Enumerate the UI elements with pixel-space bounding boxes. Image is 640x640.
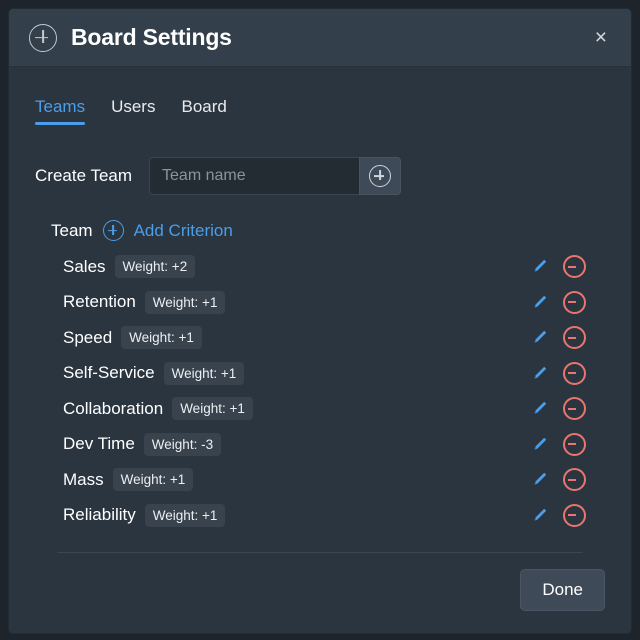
criterion-row: Self-Service Weight: +1 — [29, 356, 611, 392]
dialog-footer: Done — [520, 569, 605, 611]
criterion-name: Mass — [63, 469, 104, 489]
edit-criterion-button[interactable] — [526, 396, 552, 422]
edit-criterion-button[interactable] — [526, 254, 552, 280]
criterion-weight-badge: Weight: +1 — [163, 361, 245, 385]
dialog-body: Teams Users Board Create Team Team Add C… — [9, 67, 631, 633]
criterion-name: Retention — [63, 292, 136, 312]
criterion-weight-badge: Weight: +1 — [112, 468, 194, 492]
criterion-row: Retention Weight: +1 — [29, 285, 611, 321]
edit-criterion-button[interactable] — [526, 325, 552, 351]
minus-circle-icon — [562, 397, 586, 421]
edit-criterion-button[interactable] — [526, 289, 552, 315]
minus-circle-icon — [562, 468, 586, 492]
edit-criterion-button[interactable] — [526, 502, 552, 528]
minus-circle-icon — [562, 326, 586, 350]
criterion-name: Speed — [63, 327, 113, 347]
criterion-weight-badge: Weight: +1 — [172, 397, 253, 421]
page-title: Board Settings — [71, 24, 232, 50]
tab-bar: Teams Users Board — [29, 67, 611, 125]
criterion-weight-badge: Weight: +1 — [144, 290, 226, 314]
delete-criterion-button[interactable] — [561, 502, 587, 528]
minus-circle-icon — [562, 255, 586, 279]
circle-plus-icon — [369, 165, 392, 187]
footer-divider — [57, 552, 583, 553]
criterion-name: Self-Service — [63, 363, 155, 383]
delete-criterion-button[interactable] — [561, 396, 587, 422]
create-team-label: Create Team — [35, 166, 133, 185]
tab-board[interactable]: Board — [181, 97, 226, 125]
minus-circle-icon — [562, 432, 586, 456]
criterion-row: Collaboration Weight: +1 — [29, 391, 611, 427]
minus-circle-icon — [562, 503, 586, 527]
close-icon[interactable]: × — [589, 23, 613, 52]
criterion-row: Reliability Weight: +1 — [29, 498, 611, 534]
criterion-name: Reliability — [63, 505, 136, 525]
criterion-weight-badge: Weight: +2 — [114, 255, 196, 279]
criterion-row: Speed Weight: +1 — [29, 320, 611, 356]
criterion-name: Sales — [63, 256, 106, 276]
edit-criterion-button[interactable] — [526, 360, 552, 386]
criterion-row: Mass Weight: +1 — [29, 462, 611, 498]
add-team-button[interactable] — [359, 157, 402, 195]
criterion-name: Dev Time — [63, 434, 135, 454]
done-button[interactable]: Done — [520, 569, 605, 611]
delete-criterion-button[interactable] — [561, 431, 587, 457]
delete-criterion-button[interactable] — [561, 360, 587, 386]
team-label: Team — [51, 220, 93, 240]
edit-criterion-button[interactable] — [526, 467, 552, 493]
criterion-weight-badge: Weight: +1 — [121, 326, 202, 350]
delete-criterion-button[interactable] — [561, 325, 587, 351]
team-section-header: Team Add Criterion — [29, 220, 611, 241]
criterion-name: Collaboration — [63, 398, 164, 418]
dialog-header: Board Settings × — [9, 9, 631, 67]
delete-criterion-button[interactable] — [561, 289, 587, 315]
add-criterion-link[interactable]: Add Criterion — [134, 221, 233, 241]
criteria-list: Sales Weight: +2 Retention Weight: +1 Sp… — [29, 249, 611, 533]
criterion-row: Sales Weight: +2 — [29, 249, 611, 285]
delete-criterion-button[interactable] — [561, 254, 587, 280]
criterion-weight-badge: Weight: -3 — [143, 432, 222, 456]
circle-plus-icon[interactable] — [102, 220, 124, 241]
minus-circle-icon — [562, 361, 586, 385]
team-name-input[interactable] — [149, 157, 360, 195]
delete-criterion-button[interactable] — [561, 467, 587, 493]
board-settings-dialog: Board Settings × Teams Users Board Creat… — [8, 8, 632, 634]
create-team-row: Create Team — [29, 157, 611, 195]
minus-circle-icon — [562, 290, 586, 314]
circle-plus-icon — [29, 23, 57, 52]
criterion-row: Dev Time Weight: -3 — [29, 427, 611, 463]
criterion-weight-badge: Weight: +1 — [144, 503, 226, 527]
tab-teams[interactable]: Teams — [35, 97, 86, 125]
tab-users[interactable]: Users — [111, 97, 155, 125]
edit-criterion-button[interactable] — [526, 431, 552, 457]
